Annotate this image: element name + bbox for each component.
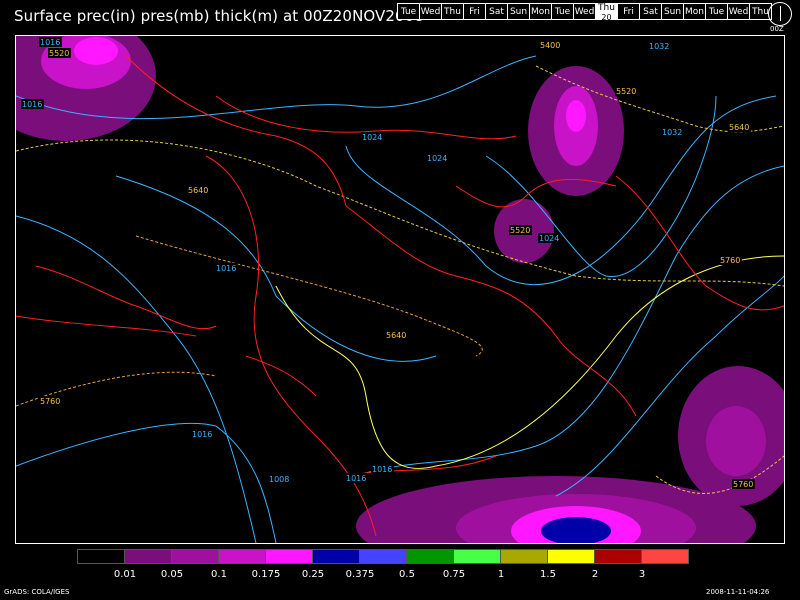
day-cell: Thu: [441, 3, 464, 20]
isobar-label: 1024: [539, 234, 559, 243]
day-cell: Wed: [727, 3, 750, 20]
isobar-label: 1016: [22, 100, 42, 109]
day-cell: Fri: [617, 3, 640, 20]
thickness-label: 5520: [616, 87, 636, 96]
day-cell: Sun: [661, 3, 684, 20]
day-cell: Sat: [639, 3, 662, 20]
thickness-label: 5640: [729, 123, 749, 132]
isobar-label: 1032: [649, 42, 669, 51]
day-cell: Wed: [419, 3, 442, 20]
legend-swatch: [359, 549, 407, 564]
day-cell: Tue: [551, 3, 574, 20]
legend-swatch: [547, 549, 595, 564]
legend-swatch: [171, 549, 219, 564]
day-cell: Sun: [507, 3, 530, 20]
day-cell: Wed: [573, 3, 596, 20]
legend-swatch: [218, 549, 266, 564]
thickness-label: 5640: [188, 186, 208, 195]
thickness-label: 5760: [733, 480, 753, 489]
isobar-label: 1016: [346, 474, 366, 483]
day-cell: Mon: [683, 3, 706, 20]
precip-legend: [77, 549, 689, 564]
legend-swatch: [641, 549, 689, 564]
legend-swatch: [77, 549, 125, 564]
isobar-label: 1016: [216, 264, 236, 273]
isobar-label: 1032: [662, 128, 682, 137]
clock-icon: [768, 2, 792, 26]
day-cell: Fri: [463, 3, 486, 20]
thickness-label: 5520: [510, 226, 530, 235]
legend-swatch: [594, 549, 642, 564]
legend-label: 0.5: [399, 569, 415, 580]
legend-swatch: [312, 549, 360, 564]
legend-label: 0.1: [211, 569, 227, 580]
clock-label: 00Z: [770, 25, 784, 33]
legend-label: 3: [638, 569, 646, 580]
isobar-label: 1024: [427, 154, 447, 163]
thickness-label: 5520: [49, 49, 69, 58]
day-cell: Mon: [529, 3, 552, 20]
legend-label: 1: [497, 569, 505, 580]
legend-label: 1.5: [540, 569, 556, 580]
legend-label: 0.25: [301, 569, 325, 580]
weather-map: 1016 1016 1024 1024 1024 1032 1032 1016 1016 1008…: [15, 35, 785, 544]
thickness-label: 5640: [386, 331, 406, 340]
isobar-label: 1016: [40, 38, 60, 47]
legend-swatch: [406, 549, 454, 564]
footer-credit: GrADS: COLA/IGES: [4, 588, 70, 596]
legend-label: 0.175: [251, 569, 281, 580]
legend-swatch: [453, 549, 501, 564]
legend-label: 0.375: [345, 569, 375, 580]
precip-legend-labels: 0.01 0.05 0.1 0.175 0.25 0.375 0.5 0.75 1 1.5 2 3: [78, 569, 728, 583]
isobar-label: 1016: [372, 465, 392, 474]
day-selector: Tue Wed Thu Fri Sat Sun Mon Tue Wed Thu 20 Fri Sat Su…: [397, 3, 772, 22]
precip-areas: [16, 36, 784, 543]
day-cell: Tue: [705, 3, 728, 20]
legend-label: 0.75: [442, 569, 466, 580]
isobar-label: 1008: [269, 475, 289, 484]
map-title: Surface prec(in) pres(mb) thick(m) at 00…: [14, 7, 424, 25]
legend-label: 2: [591, 569, 599, 580]
day-cell-selected: Thu 20: [595, 3, 618, 22]
legend-swatch: [500, 549, 548, 564]
isobar-label: 1016: [192, 430, 212, 439]
day-cell: Tue: [397, 3, 420, 20]
thickness-label: 5760: [40, 397, 60, 406]
thickness-label: 5760: [720, 256, 740, 265]
legend-swatch: [124, 549, 172, 564]
legend-label: 0.01: [113, 569, 137, 580]
isobar-label: 1024: [362, 133, 382, 142]
legend-label: 0.05: [160, 569, 184, 580]
day-cell: Sat: [485, 3, 508, 20]
footer-timestamp: 2008-11-11-04:26: [706, 588, 770, 596]
thickness-label: 5400: [540, 41, 560, 50]
legend-swatch: [265, 549, 313, 564]
